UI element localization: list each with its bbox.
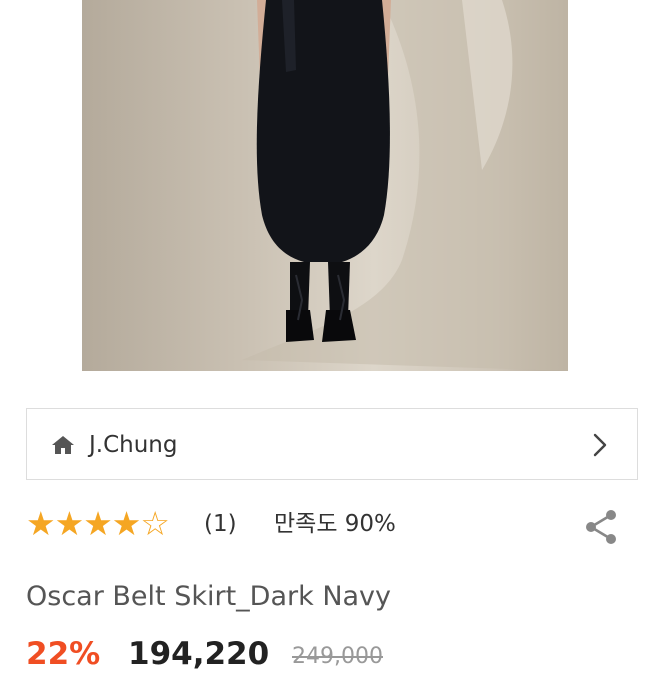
price-row: 22% 194,220 249,000 [26, 634, 646, 674]
review-count[interactable]: (1) [204, 508, 237, 540]
star-rating: ★★★★☆ [26, 504, 170, 544]
store-link[interactable]: J.Chung [26, 408, 638, 480]
rating-row: ★★★★☆ (1) 만족도 90% [26, 504, 638, 544]
store-name: J.Chung [89, 432, 178, 458]
share-icon[interactable] [582, 508, 620, 546]
product-photo[interactable] [82, 0, 568, 371]
star-filled-icon: ★ [83, 504, 113, 543]
chevron-right-icon [593, 433, 607, 457]
star-filled-icon: ★ [111, 504, 142, 543]
home-icon [52, 436, 74, 454]
product-photo-illustration [82, 0, 568, 371]
satisfaction-rate: 만족도 90% [274, 511, 396, 537]
discount-rate: 22% [26, 636, 101, 672]
star-empty-icon: ☆ [140, 504, 170, 543]
star-filled-icon: ★ [26, 504, 56, 543]
sale-price: 194,220 [128, 636, 270, 672]
product-title: Oscar Belt Skirt_Dark Navy [26, 581, 392, 612]
star-filled-icon: ★ [54, 504, 85, 543]
original-price: 249,000 [292, 644, 383, 669]
